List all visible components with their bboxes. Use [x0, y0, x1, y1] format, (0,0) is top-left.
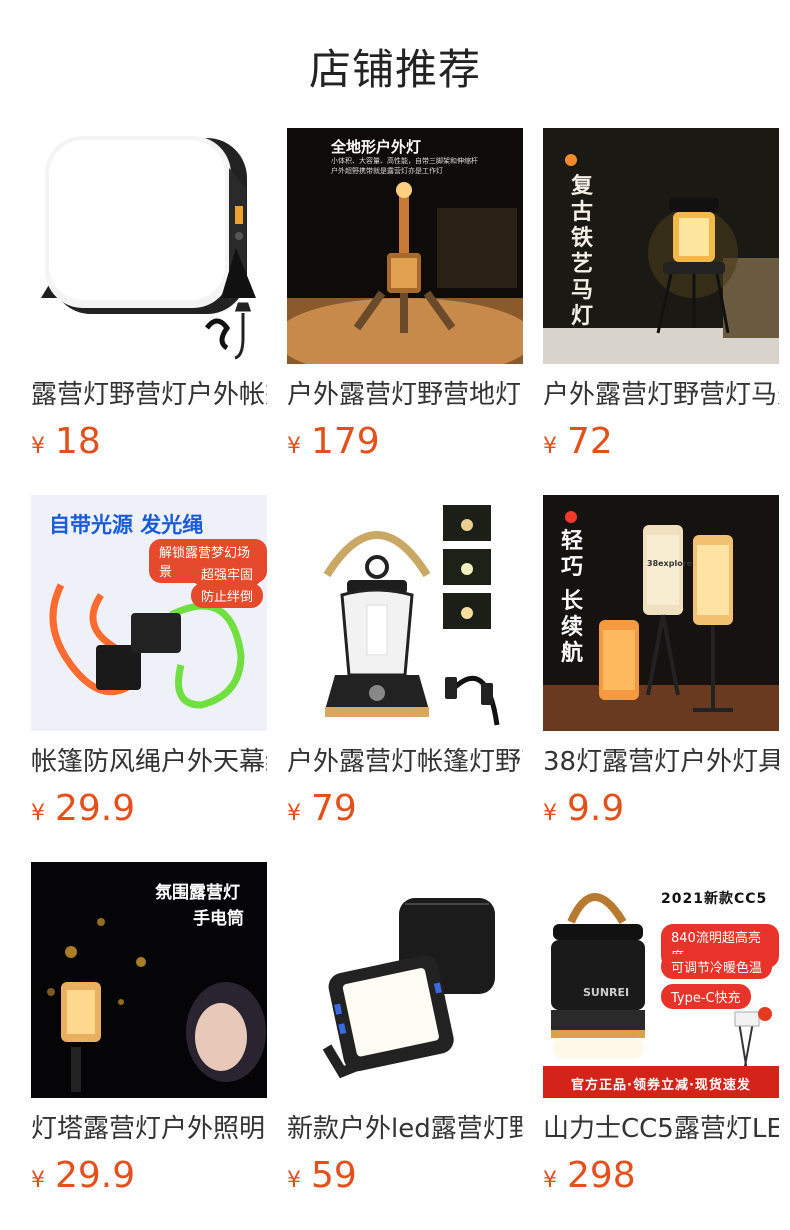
product-price: ¥179: [287, 421, 380, 462]
image-banner: 官方正品·领券立减·现货速发: [571, 1078, 751, 1093]
product-name[interactable]: 新款户外led露营灯野营灯: [287, 1112, 523, 1146]
product-name[interactable]: 户外露营灯野营地灯: [287, 378, 523, 412]
product-card[interactable]: 露营灯野营灯户外帐篷灯 ¥18: [31, 128, 267, 468]
product-name[interactable]: 山力士CC5露营灯LED: [543, 1112, 779, 1146]
image-caption: 轻巧: [560, 529, 583, 580]
product-name[interactable]: 38灯露营灯户外灯具: [543, 745, 779, 779]
image-caption: 长续航: [560, 589, 583, 666]
image-caption: 户外超野携带就是露营灯亦是工作灯: [331, 167, 443, 175]
product-price: ¥18: [31, 421, 101, 462]
image-caption: 小体积、大容量、高性能，自带三脚架和伸缩杆: [331, 157, 478, 165]
product-price: ¥298: [543, 1155, 636, 1196]
product-price: ¥72: [543, 421, 613, 462]
currency-symbol: ¥: [31, 1168, 45, 1193]
image-tag: 可调节冷暖色温: [661, 954, 773, 979]
product-name[interactable]: 灯塔露营灯户外照明: [31, 1112, 267, 1146]
image-caption: 2021新款CC5: [661, 891, 768, 907]
product-image[interactable]: 复古铁艺马灯: [543, 128, 779, 364]
currency-symbol: ¥: [287, 1168, 301, 1193]
product-image[interactable]: [287, 495, 523, 731]
currency-symbol: ¥: [31, 434, 45, 459]
currency-symbol: ¥: [31, 801, 45, 826]
product-price: ¥29.9: [31, 1155, 136, 1196]
product-name[interactable]: 户外露营灯帐篷灯野营灯: [287, 745, 523, 779]
product-price: ¥79: [287, 788, 357, 829]
currency-symbol: ¥: [543, 1168, 557, 1193]
image-caption: 全地形户外灯: [331, 138, 422, 156]
product-card[interactable]: 新款户外led露营灯野营灯 ¥59: [287, 862, 523, 1202]
product-card[interactable]: 自带光源 发光绳 解锁露营梦幻场景 超强牢固 防止绊倒 帐篷防风绳户外天幕绳 ¥…: [31, 495, 267, 835]
product-card[interactable]: 氛围露营灯 手电筒 灯塔露营灯户外照明 ¥29.9: [31, 862, 267, 1202]
image-caption: 手电筒: [193, 909, 244, 929]
page-title: 店铺推荐: [308, 45, 481, 94]
product-image[interactable]: [31, 128, 267, 364]
product-card[interactable]: 轻巧 长续航 38explore 38灯露营灯户外灯具 ¥9.9: [543, 495, 779, 835]
product-card[interactable]: 复古铁艺马灯 户外露营灯野营灯马灯 ¥72: [543, 128, 779, 468]
product-image[interactable]: 自带光源 发光绳 解锁露营梦幻场景 超强牢固 防止绊倒: [31, 495, 267, 731]
product-image[interactable]: [287, 862, 523, 1098]
product-card[interactable]: 户外露营灯帐篷灯野营灯 ¥79: [287, 495, 523, 835]
image-brand: 38explore: [647, 559, 693, 568]
product-image[interactable]: 全地形户外灯 小体积、大容量、高性能，自带三脚架和伸缩杆 户外超野携带就是露营灯…: [287, 128, 523, 364]
image-brand: SUNREI: [583, 986, 630, 999]
product-price: ¥29.9: [31, 788, 136, 829]
product-price: ¥59: [287, 1155, 357, 1196]
product-name[interactable]: 帐篷防风绳户外天幕绳: [31, 745, 267, 779]
product-price: ¥9.9: [543, 788, 625, 829]
currency-symbol: ¥: [543, 801, 557, 826]
image-tag: 防止绊倒: [191, 583, 264, 608]
image-caption: 氛围露营灯: [155, 883, 240, 903]
product-image[interactable]: 氛围露营灯 手电筒: [31, 862, 267, 1098]
product-card[interactable]: 全地形户外灯 小体积、大容量、高性能，自带三脚架和伸缩杆 户外超野携带就是露营灯…: [287, 128, 523, 468]
product-card[interactable]: 2021新款CC5 840流明超高亮度 可调节冷暖色温 Type-C快充 SUN…: [543, 862, 779, 1202]
product-image[interactable]: 2021新款CC5 840流明超高亮度 可调节冷暖色温 Type-C快充 SUN…: [543, 862, 779, 1098]
currency-symbol: ¥: [287, 801, 301, 826]
product-name[interactable]: 户外露营灯野营灯马灯: [543, 378, 779, 412]
image-tag: Type-C快充: [661, 984, 751, 1009]
image-caption: 自带光源 发光绳: [49, 513, 204, 537]
currency-symbol: ¥: [287, 434, 301, 459]
product-name[interactable]: 露营灯野营灯户外帐篷灯: [31, 378, 267, 412]
image-caption: 复古铁艺马灯: [570, 174, 593, 329]
currency-symbol: ¥: [543, 434, 557, 459]
product-image[interactable]: 轻巧 长续航 38explore: [543, 495, 779, 731]
